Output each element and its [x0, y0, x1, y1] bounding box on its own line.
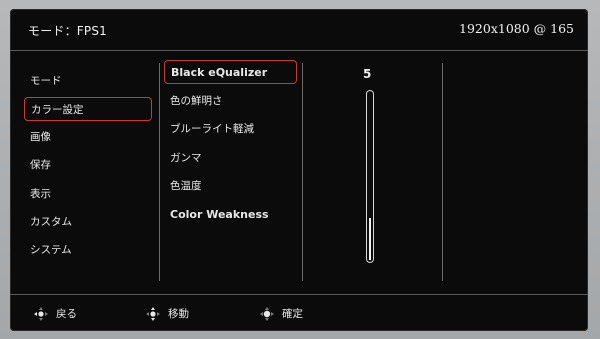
- main-menu-item-system[interactable]: システム: [24, 238, 152, 262]
- column-divider: [302, 63, 303, 281]
- main-menu-item-mode[interactable]: モード: [24, 69, 152, 93]
- osd-footer: 戻る 移動 確定: [10, 294, 588, 331]
- level-slider[interactable]: [366, 90, 374, 263]
- resolution-readout: 1920x1080 @ 165: [459, 21, 574, 36]
- main-menu-item-color-settings[interactable]: カラー設定: [24, 97, 152, 121]
- setting-value: 5: [363, 67, 372, 81]
- main-menu-item-custom[interactable]: カスタム: [24, 210, 152, 234]
- color-submenu: Black eQualizer 色の鮮明さ ブルーライト軽減 ガンマ 色温度 C…: [164, 60, 300, 281]
- mode-title: モード：FPS1: [28, 24, 107, 38]
- confirm-label: 確定: [282, 308, 303, 320]
- submenu-item-color-temperature[interactable]: 色温度: [164, 174, 297, 198]
- joystick-press-icon: [260, 307, 274, 321]
- osd-header: モード：FPS1 1920x1080 @ 165: [10, 9, 588, 51]
- joystick-left-icon: [34, 307, 48, 321]
- value-panel: 5: [310, 63, 430, 281]
- column-divider: [159, 63, 160, 281]
- main-menu-item-save[interactable]: 保存: [24, 153, 152, 177]
- submenu-item-black-equalizer[interactable]: Black eQualizer: [164, 60, 297, 84]
- submenu-item-gamma[interactable]: ガンマ: [164, 146, 297, 170]
- submenu-item-color-weakness[interactable]: Color Weakness: [164, 203, 297, 227]
- main-menu-item-picture[interactable]: 画像: [24, 125, 152, 149]
- joystick-updown-icon: [146, 307, 160, 321]
- slider-fill: [369, 218, 371, 260]
- move-label: 移動: [168, 308, 189, 320]
- column-divider: [442, 63, 443, 281]
- main-menu-item-display[interactable]: 表示: [24, 182, 152, 206]
- osd-menu: モード：FPS1 1920x1080 @ 165 モード カラー設定 画像 保存…: [10, 9, 588, 331]
- main-menu: モード カラー設定 画像 保存 表示 カスタム システム: [24, 63, 154, 281]
- submenu-item-color-vibrance[interactable]: 色の鮮明さ: [164, 89, 297, 113]
- back-label: 戻る: [56, 308, 77, 320]
- submenu-item-low-blue-light[interactable]: ブルーライト軽減: [164, 117, 297, 141]
